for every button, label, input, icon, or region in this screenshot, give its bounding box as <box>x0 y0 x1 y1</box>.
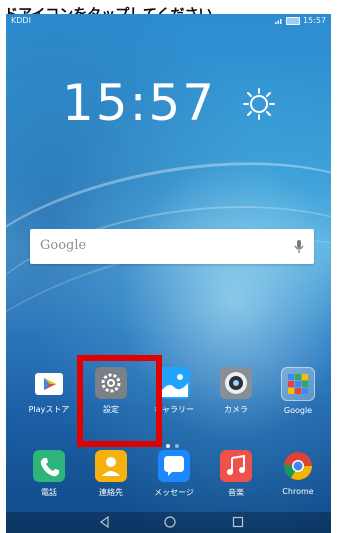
navigation-bar <box>6 512 331 533</box>
gallery-icon <box>158 367 190 399</box>
search-placeholder: Google <box>40 238 87 253</box>
dock-phone[interactable]: 電話 <box>24 450 74 498</box>
mic-icon[interactable] <box>294 239 304 255</box>
dock-chrome[interactable]: Chrome <box>273 450 323 496</box>
dock-music[interactable]: 音楽 <box>211 450 261 498</box>
app-label: Google <box>283 406 313 415</box>
status-icons: 15:57 <box>274 16 326 25</box>
settings-highlight-box <box>77 355 162 447</box>
app-label: カメラ <box>224 405 248 414</box>
phone-icon <box>33 450 65 482</box>
home-icon[interactable] <box>163 515 177 529</box>
page-dot-active <box>166 444 170 448</box>
signal-icon <box>274 18 282 24</box>
camera-icon <box>220 367 252 399</box>
app-play-store[interactable]: Playストア <box>24 367 74 415</box>
carrier-label: KDDI <box>11 16 31 25</box>
app-label: Chrome <box>282 487 314 496</box>
app-google-folder[interactable]: Google <box>273 367 323 415</box>
status-bar: KDDI 15:57 <box>6 14 331 30</box>
music-icon <box>220 450 252 482</box>
dock-contacts[interactable]: 連絡先 <box>86 450 136 498</box>
dock-messages[interactable]: メッセージ <box>149 450 199 498</box>
app-label: メッセージ <box>154 488 194 497</box>
status-time: 15:57 <box>302 16 326 25</box>
back-icon[interactable] <box>98 515 112 529</box>
recents-icon[interactable] <box>231 515 245 529</box>
sun-icon[interactable] <box>242 87 276 121</box>
contacts-icon <box>95 450 127 482</box>
clock-widget-time[interactable]: 15:57 <box>62 74 216 132</box>
google-search-bar[interactable]: Google <box>30 229 314 264</box>
app-label: 連絡先 <box>99 488 123 497</box>
page-indicator <box>166 444 179 448</box>
messages-icon <box>158 450 190 482</box>
battery-icon <box>285 16 300 25</box>
google-folder-icon <box>281 367 315 401</box>
app-label: Playストア <box>28 405 70 414</box>
play-store-icon <box>33 367 65 399</box>
page-dot <box>175 444 179 448</box>
chrome-icon <box>282 450 314 482</box>
app-label: 音楽 <box>228 488 244 497</box>
app-camera[interactable]: カメラ <box>211 367 261 415</box>
phone-screen: KDDI 15:57 15:57 Google Playストア 設定 ギャラリー… <box>6 14 331 533</box>
app-label: 電話 <box>41 488 57 497</box>
screenshot: ドアイコンをタップしてください KDDI 15:57 15:57 <box>0 0 337 533</box>
